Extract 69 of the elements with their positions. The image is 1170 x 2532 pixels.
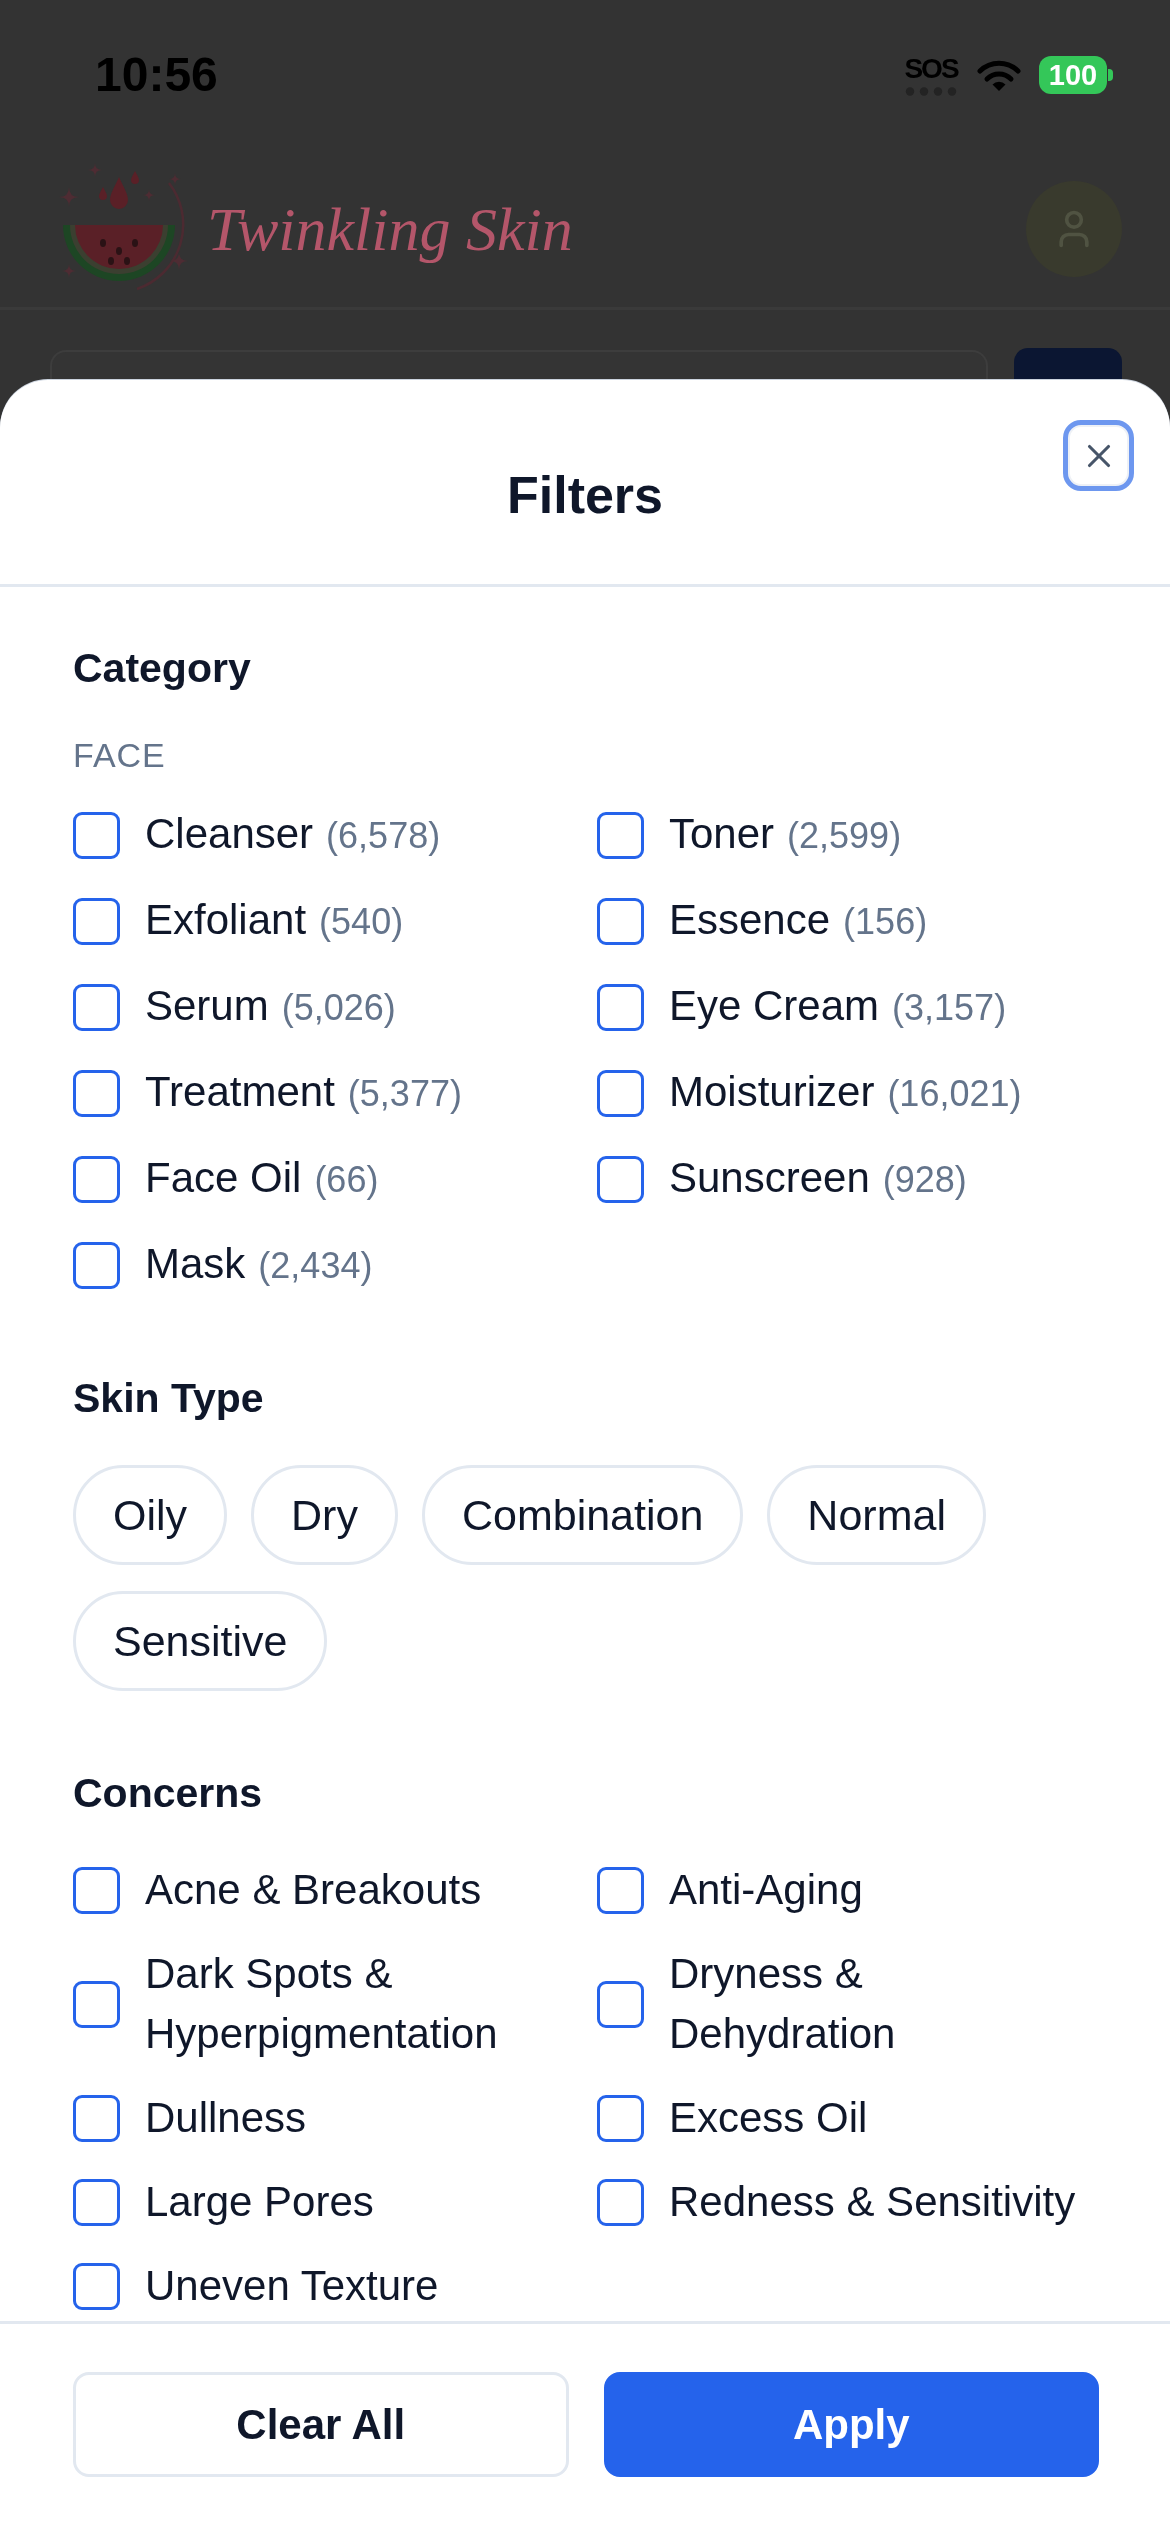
- checkbox[interactable]: [597, 897, 644, 945]
- option-label: Exfoliant: [145, 896, 307, 943]
- checkbox[interactable]: [73, 1241, 120, 1289]
- filter-chip[interactable]: Sensitive: [73, 1591, 328, 1691]
- filter-chip[interactable]: Oily: [73, 1465, 228, 1565]
- checkbox[interactable]: [597, 2094, 644, 2142]
- option-label: Sunscreen: [669, 1154, 870, 1201]
- checkbox[interactable]: [597, 2178, 644, 2226]
- option-count: (66): [314, 1159, 379, 1200]
- option-label: Mask: [145, 1240, 246, 1287]
- section-title: Concerns: [73, 1769, 264, 1818]
- checkbox[interactable]: [73, 1866, 120, 1914]
- checkbox[interactable]: [73, 983, 120, 1031]
- checkbox[interactable]: [73, 1980, 120, 2028]
- option-count: (156): [843, 901, 928, 942]
- option-label: Dark Spots & Hyperpigmentation: [145, 1950, 498, 2057]
- option-label: Moisturizer: [669, 1068, 875, 1115]
- option-label: Excess Oil: [669, 2094, 868, 2141]
- option-count: (2,434): [258, 1245, 373, 1286]
- apply-button[interactable]: Apply: [603, 2372, 1099, 2477]
- option-label: Essence: [669, 896, 831, 943]
- checkbox[interactable]: [73, 2262, 120, 2310]
- section-title: Skin Type: [73, 1374, 265, 1423]
- option-label: Serum: [145, 982, 269, 1029]
- checkbox[interactable]: [597, 1980, 644, 2028]
- option-label: Dryness & Dehydration: [669, 1950, 896, 2057]
- option-label: Acne & Breakouts: [145, 1866, 482, 1913]
- option-count: (2,599): [787, 815, 902, 856]
- option-count: (5,377): [347, 1073, 462, 1114]
- section-title: Category: [73, 644, 252, 693]
- close-button[interactable]: [1063, 420, 1134, 491]
- wifi-icon: [975, 58, 1023, 92]
- checkbox[interactable]: [597, 1069, 644, 1117]
- option-label: Large Pores: [145, 2178, 374, 2225]
- option-count: (6,578): [326, 815, 441, 856]
- option-label: Redness & Sensitivity: [669, 2178, 1076, 2225]
- checkbox[interactable]: [73, 2178, 120, 2226]
- option-label: Dullness: [145, 2094, 307, 2141]
- option-count: (540): [319, 901, 404, 942]
- clear-button[interactable]: Clear All: [73, 2372, 569, 2477]
- option-count: (928): [882, 1159, 967, 1200]
- checkbox[interactable]: [597, 983, 644, 1031]
- checkbox[interactable]: [73, 897, 120, 945]
- option-count: (5,026): [281, 987, 396, 1028]
- subheading: FACE: [73, 735, 167, 775]
- checkbox[interactable]: [597, 1155, 644, 1203]
- checkbox[interactable]: [597, 1866, 644, 1914]
- option-label: Uneven Texture: [145, 2262, 439, 2309]
- filter-chip[interactable]: Combination: [421, 1465, 744, 1565]
- filter-chip[interactable]: Dry: [251, 1465, 398, 1565]
- checkbox[interactable]: [73, 1155, 120, 1203]
- option-label: Face Oil: [145, 1154, 302, 1201]
- option-label: Cleanser: [145, 810, 314, 857]
- checkbox[interactable]: [73, 2094, 120, 2142]
- filter-chip[interactable]: Normal: [767, 1465, 986, 1565]
- input-field[interactable]: [50, 350, 988, 380]
- battery-indicator: 100: [1039, 56, 1115, 94]
- option-label: Anti-Aging: [669, 1866, 863, 1913]
- sheet-title: Filters: [506, 465, 664, 525]
- option-count: (3,157): [892, 987, 1007, 1028]
- option-label: Toner: [669, 810, 775, 857]
- checkbox[interactable]: [597, 811, 644, 859]
- option-label: Eye Cream: [669, 982, 880, 1029]
- checkbox[interactable]: [73, 1069, 120, 1117]
- logo-text: Twinkling Skin: [207, 193, 573, 264]
- option-label: Treatment: [145, 1068, 335, 1115]
- action-button[interactable]: [1014, 348, 1122, 380]
- option-count: (16,021): [887, 1073, 1022, 1114]
- checkbox[interactable]: [73, 811, 120, 859]
